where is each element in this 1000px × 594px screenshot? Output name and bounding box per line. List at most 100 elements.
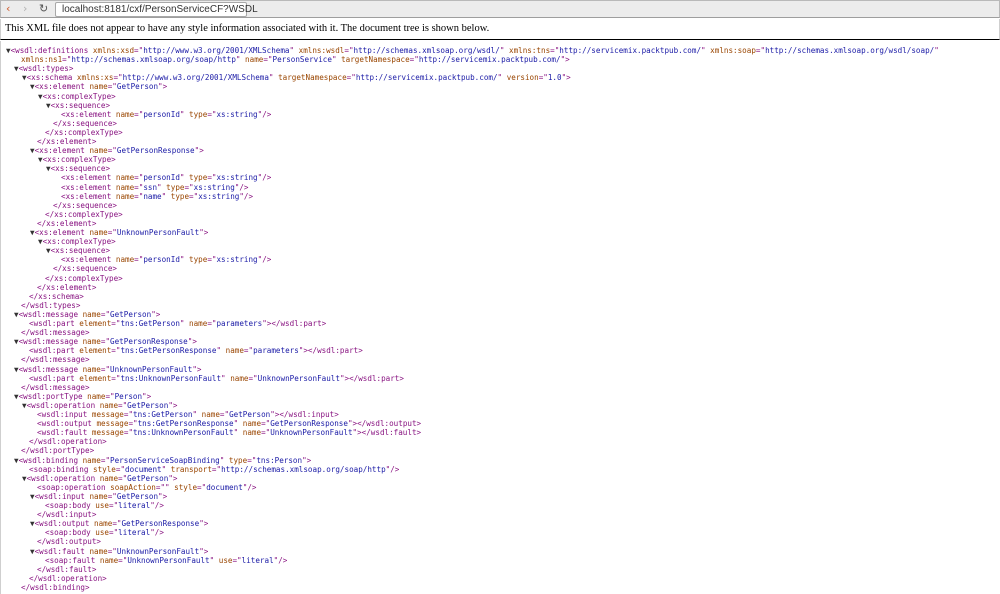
xml-attribute-value: parameters [216, 319, 263, 328]
xml-tag: </wsdl:input> [37, 510, 97, 520]
xml-tag: </wsdl:types> [21, 300, 81, 310]
xml-attribute-name: type [161, 182, 185, 192]
xml-attribute-value: http://schemas.xmlsoap.org/soap/http [71, 55, 236, 65]
xml-attribute-name: name [78, 455, 101, 465]
xml-tag: <xs:element [61, 173, 112, 183]
address-bar[interactable]: localhost:8181/cxf/PersonServiceCF?WSDL [55, 2, 258, 17]
xml-tag: </xs:schema> [29, 291, 84, 301]
xml-tag: <xs:element [34, 228, 85, 237]
xml-line: <xs:element name="personId" type="xs:str… [61, 255, 271, 264]
xml-attribute-value: GetPerson [127, 400, 169, 410]
xml-line: ▼<xs:complexType> [38, 155, 116, 164]
xml-attribute-name: soapAction [105, 482, 156, 492]
xml-attribute-value: tns:Person [256, 455, 303, 465]
xml-tag: "></wsdl:part> [339, 373, 404, 383]
xml-attribute-name: xmlns:xs [72, 73, 114, 83]
xml-attribute-name: xmlns:tns [504, 46, 551, 55]
xml-attribute-value: GetPersonResponse [270, 419, 348, 429]
xml-line: <soap:binding style="document" transport… [29, 465, 399, 474]
xml-tag: =" [197, 482, 207, 492]
xml-line: </wsdl:portType> [21, 446, 94, 455]
xml-document-tree: ▼<wsdl:definitions xmlns:xsd="http://www… [0, 41, 1000, 594]
xml-line: <xs:element name="personId" type="xs:str… [61, 173, 271, 182]
xml-tag: =" [538, 73, 548, 83]
xml-line: <soap:operation soapAction="" style="doc… [37, 483, 256, 492]
xml-tag: "/> [234, 182, 249, 192]
xml-tag: </xs:sequence> [53, 200, 118, 210]
xml-tag: =" [109, 528, 119, 538]
xml-attribute-name: name [84, 82, 108, 92]
xml-tag: <xs:sequence> [50, 246, 111, 256]
xml-attribute-value: tns:GetPerson [120, 319, 180, 328]
xml-tag: <wsdl:message [18, 337, 79, 347]
xml-line: </xs:complexType> [45, 210, 123, 219]
xml-line: <soap:body use="literal"/> [45, 528, 164, 537]
xml-tag: =" [134, 173, 144, 183]
xml-tag: </wsdl:message> [21, 355, 90, 365]
xml-tag: =" [128, 419, 138, 429]
xml-attribute-name: name [111, 191, 135, 201]
xml-attribute-name: name [221, 346, 244, 356]
xml-tag: "/> [257, 255, 272, 265]
xml-tag: </wsdl:operation> [29, 437, 107, 447]
xml-tag: <wsdl:input [34, 491, 85, 501]
xml-attribute-value: document [206, 482, 243, 492]
xml-attribute-value: UnknownPersonFault [270, 428, 353, 438]
xml-tag: "></wsdl:input> [270, 410, 339, 419]
xml-line: </wsdl:message> [21, 383, 90, 392]
xml-line: ▼<wsdl:portType name="Person"> [14, 392, 151, 401]
xml-tag: =" [346, 73, 356, 83]
xml-line: </xs:element> [37, 137, 96, 146]
xml-attribute-value: http://www.w3.org/2001/XMLSchema [143, 46, 290, 55]
xml-attribute-value: xs:string [216, 109, 258, 119]
xml-tag: =" [100, 309, 111, 319]
xml-tag: </xs:sequence> [53, 264, 118, 274]
xml-tag: </wsdl:message> [21, 382, 90, 392]
xml-line: </xs:sequence> [53, 201, 117, 210]
back-arrow-icon[interactable]: ‹ [6, 2, 10, 16]
xml-line: ▼<xs:complexType> [38, 237, 116, 246]
xml-attribute-name: name [84, 546, 108, 556]
xml-tag: =" [243, 346, 254, 356]
xml-tag: <xs:complexType> [42, 91, 116, 101]
xml-tag: =" [107, 546, 117, 556]
xml-attribute-value: xs:string [216, 255, 258, 265]
xml-tag: </xs:complexType> [45, 209, 123, 219]
xml-tag: "> [302, 455, 312, 465]
xml-tag: =" [105, 391, 115, 401]
xml-attribute-name: name [78, 309, 101, 319]
xml-tag: "> [199, 546, 209, 556]
xml-attribute-value: tns:UnknownPersonFault [120, 373, 222, 383]
xml-attribute-name: element [74, 373, 112, 383]
xml-attribute-name: style [88, 464, 116, 474]
xml-tag: "> [151, 309, 161, 319]
xml-attribute-value: personId [143, 255, 180, 265]
xml-tag: "/> [257, 173, 272, 183]
xml-tag: =" [211, 464, 222, 474]
forward-arrow-icon[interactable]: › [23, 2, 27, 16]
xml-tag: "> [199, 519, 209, 529]
xml-attribute-value: GetPersonResponse [110, 337, 188, 347]
xml-attribute-name: name [89, 519, 113, 529]
xml-attribute-name: style [169, 482, 198, 492]
xml-attribute-value: Person [114, 391, 143, 401]
xml-tag: "/> [150, 501, 164, 510]
xml-tag: <xs:element [61, 191, 112, 201]
xml-line: <soap:fault name="UnknownPersonFault" us… [45, 556, 287, 565]
xml-line: ▼<wsdl:message name="GetPerson"> [14, 310, 160, 319]
xml-attribute-value: GetPerson [110, 309, 152, 319]
xml-tag: =" [118, 555, 128, 565]
xml-attribute-value: parameters [253, 346, 299, 356]
xml-line: <wsdl:input message="tns:GetPerson" name… [37, 410, 339, 419]
xml-tag: "></wsdl:output> [347, 419, 422, 429]
xml-attribute-name: name [82, 391, 106, 401]
xml-attribute-name: type [184, 109, 208, 119]
xml-tag: "> [199, 228, 209, 237]
reload-icon[interactable]: ↻ [39, 2, 48, 16]
xml-attribute-name: element [74, 319, 112, 328]
xml-tag: <xs:complexType> [42, 155, 116, 165]
xml-attribute-value: UnknownPersonFault [116, 228, 200, 237]
xml-attribute-name: xmlns:soap [705, 46, 756, 55]
xml-attribute-name: name [84, 146, 108, 156]
xml-attribute-value: tns:UnknownPersonFault [133, 428, 234, 438]
